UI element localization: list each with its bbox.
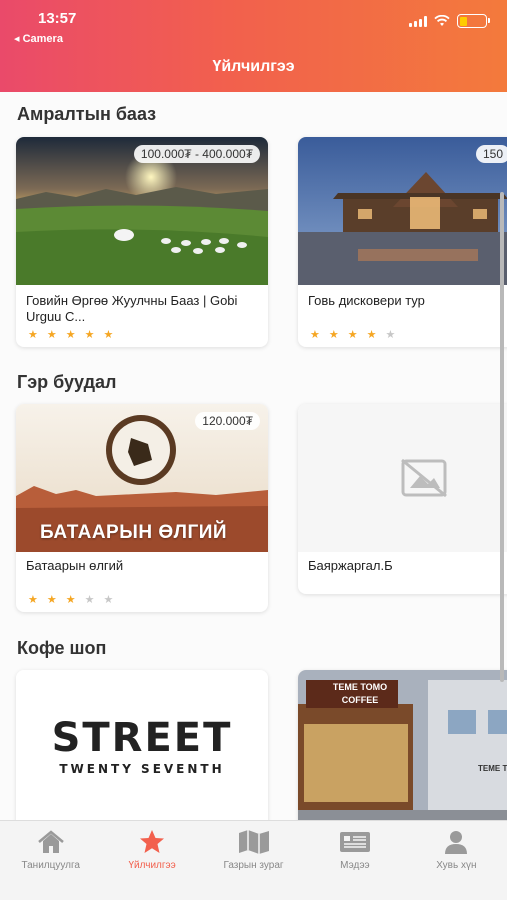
service-card[interactable]: 150 Говь дисковери тур ★ ★ ★ ★ ★	[298, 137, 507, 347]
card-image: STREET TWENTY SEVENTH	[16, 670, 268, 820]
star-filled-icon: ★	[28, 329, 38, 341]
tab-label: Үйлчилгээ	[128, 860, 176, 871]
star-empty-icon: ★	[103, 594, 114, 606]
back-to-camera-link[interactable]: ◂ Camera	[14, 32, 63, 45]
map-icon	[238, 830, 269, 854]
tab-label: Хувь хүн	[436, 860, 477, 871]
tab-label: Мэдээ	[340, 860, 370, 871]
tab-label: Газрын зураг	[223, 860, 284, 871]
battery-icon	[457, 14, 490, 28]
rating-stars: ★ ★ ★ ★ ★	[28, 594, 113, 606]
rating-stars: ★ ★ ★ ★ ★	[28, 329, 113, 341]
service-card[interactable]: Баяржаргал.Б	[298, 404, 507, 594]
star-empty-icon: ★	[84, 594, 95, 606]
page-title: Үйлчилгээ	[212, 58, 295, 75]
wall-sign: TEME T	[478, 764, 507, 773]
service-card[interactable]: TEME TOMO COFFEE TEME T	[298, 670, 507, 820]
cellular-signal-icon	[409, 15, 427, 27]
image-placeholder-icon	[401, 458, 447, 498]
card-price: 120.000₮	[195, 412, 260, 430]
image-caption: БАТААРЫН ӨЛГИЙ	[40, 522, 228, 543]
service-card[interactable]: STREET TWENTY SEVENTH	[16, 670, 268, 820]
logo-street: STREET	[51, 715, 233, 761]
star-filled-icon: ★	[347, 329, 358, 341]
star-filled-icon: ★	[65, 594, 76, 606]
card-name: Говийн Өргөө Жуулчны Бааз | Gobi Urguu C…	[26, 293, 238, 324]
logo-twenty-seventh: TWENTY SEVENTH	[59, 762, 225, 776]
section-title-coffee-shop: Кофе шоп	[17, 638, 107, 658]
section-title-resort: Амралтын бааз	[17, 104, 157, 124]
star-filled-icon: ★	[65, 329, 76, 341]
wifi-icon	[434, 15, 450, 26]
star-filled-icon: ★	[310, 329, 320, 341]
tab-introduction[interactable]: Танилцуулга	[0, 821, 101, 900]
card-image	[298, 137, 507, 285]
card-name: Говь дисковери тур	[308, 293, 425, 308]
services-list[interactable]: Амралтын бааз 100.000₮ - 400.000₮ Говийн…	[0, 92, 507, 820]
tab-map[interactable]: Газрын зураг	[203, 821, 304, 900]
star-icon	[140, 830, 165, 853]
star-filled-icon: ★	[103, 329, 114, 341]
scrollbar[interactable]	[500, 192, 504, 682]
coffee-sign: TEME TOMO COFFEE	[306, 680, 398, 708]
service-card[interactable]: 100.000₮ - 400.000₮ Говийн Өргөө Жуулчны…	[16, 137, 268, 347]
star-filled-icon: ★	[366, 329, 377, 341]
tab-services[interactable]: Үйлчилгээ	[101, 821, 202, 900]
app-header: 13:57 ◂ Camera Үйлчилгээ	[0, 0, 507, 92]
card-price: 150	[476, 145, 507, 163]
star-filled-icon: ★	[46, 329, 57, 341]
status-time: 13:57	[38, 10, 77, 27]
card-price: 100.000₮ - 400.000₮	[133, 145, 260, 163]
bottom-tab-bar: Танилцуулга Үйлчилгээ Газрын зураг Мэдээ…	[0, 820, 507, 900]
card-name: Баяржаргал.Б	[308, 558, 393, 573]
card-name: Батаарын өлгий	[26, 558, 124, 573]
person-icon	[445, 831, 468, 854]
star-empty-icon: ★	[385, 329, 396, 341]
star-filled-icon: ★	[46, 594, 57, 606]
card-image	[298, 404, 507, 552]
tab-profile[interactable]: Хувь хүн	[406, 821, 507, 900]
section-title-ger-lodge: Гэр буудал	[17, 372, 117, 392]
star-filled-icon: ★	[328, 329, 339, 341]
news-icon	[339, 832, 370, 852]
tab-news[interactable]: Мэдээ	[304, 821, 405, 900]
star-filled-icon: ★	[84, 329, 95, 341]
star-filled-icon: ★	[28, 594, 38, 606]
tab-label: Танилцуулга	[21, 860, 80, 871]
status-indicators	[409, 14, 490, 28]
service-card[interactable]: БАТААРЫН ӨЛГИЙ 120.000₮ Батаарын өлгий ★…	[16, 404, 268, 612]
rating-stars: ★ ★ ★ ★ ★	[310, 329, 395, 341]
home-icon	[37, 830, 64, 853]
